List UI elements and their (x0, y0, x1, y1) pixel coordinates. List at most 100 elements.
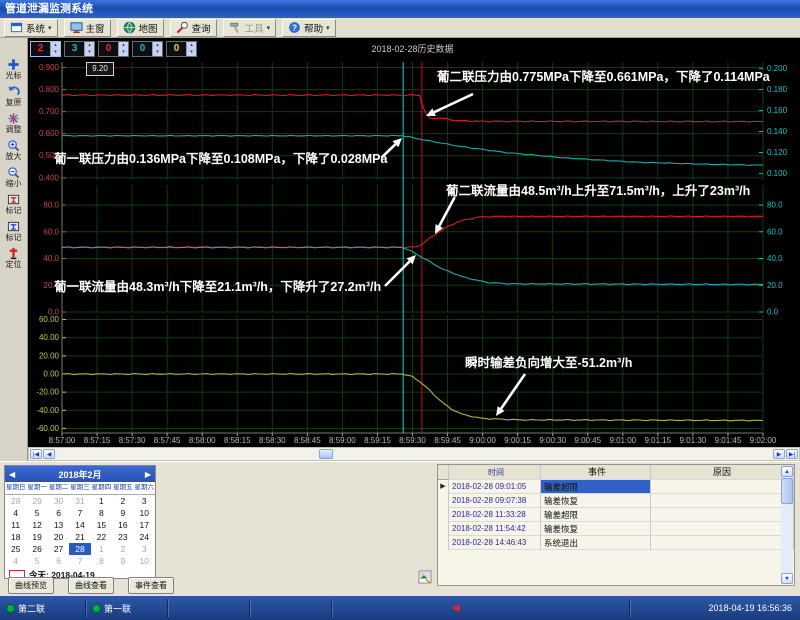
left-axis-label: 80.0 (43, 201, 59, 210)
curve-view-button[interactable]: 曲线查看 (68, 577, 114, 594)
scrollbar-thumb[interactable] (319, 449, 333, 459)
left-axis-label: -20.00 (36, 388, 59, 397)
calendar-day[interactable]: 8 (91, 507, 112, 519)
tool-adjust-button[interactable]: 调整 (1, 112, 27, 135)
calendar-day[interactable]: 31 (69, 495, 90, 507)
right-axis-label: 20.0 (767, 281, 783, 290)
calendar-day[interactable]: 25 (5, 543, 26, 555)
time-scrollbar[interactable]: |◀ ◀ ▶ ▶| (28, 447, 800, 461)
trend-chart-area[interactable]: 0.9000.8000.7000.6000.5000.4000.2000.180… (28, 38, 800, 447)
calendar-day[interactable]: 16 (112, 519, 133, 531)
tool-cursor-button[interactable]: 光标 (1, 58, 27, 81)
calendar-day[interactable]: 3 (134, 495, 155, 507)
scroll-end-button[interactable]: ▶| (786, 449, 798, 459)
scroll-right-button[interactable]: ▶ (773, 449, 785, 459)
calendar-day[interactable]: 9 (112, 507, 133, 519)
table-scrollbar[interactable]: ▲ ▼ (781, 466, 793, 584)
event-view-button[interactable]: 事件查看 (128, 577, 174, 594)
event-row[interactable]: 2018-02-28 09:07:38输差恢复 (438, 494, 794, 508)
calendar-prev-icon[interactable]: ◀ (9, 470, 15, 479)
calendar-day[interactable]: 10 (134, 507, 155, 519)
calendar-day[interactable]: 6 (48, 555, 69, 567)
spinner-down-icon[interactable]: ▾ (51, 49, 60, 56)
event-row[interactable]: 2018-02-28 14:46:43系统退出 (438, 536, 794, 550)
row-marker (438, 536, 449, 550)
alarm-speaker-icon[interactable] (452, 602, 464, 614)
calendar-day[interactable]: 20 (48, 531, 69, 543)
calendar-day[interactable]: 12 (26, 519, 47, 531)
curve-count-spinner-1[interactable]: 2▴▾ (30, 41, 61, 57)
event-row[interactable]: 2018-02-28 11:33:28输差超限 (438, 508, 794, 522)
calendar-day[interactable]: 4 (5, 555, 26, 567)
x-axis-label: 9:00:45 (574, 436, 601, 445)
station-indicator-2[interactable]: 第一联 (92, 596, 131, 620)
menu-query-button[interactable]: 查询 (170, 19, 217, 37)
tool-locate-button[interactable]: 定位 (1, 247, 27, 270)
menu-tools-button[interactable]: 工具▾ (223, 19, 277, 37)
calendar-day[interactable]: 9 (112, 555, 133, 567)
menu-main-window-button[interactable]: 主窗 (64, 19, 111, 37)
tool-zoom-in-button[interactable]: 放大 (1, 139, 27, 162)
calendar-day[interactable]: 22 (91, 531, 112, 543)
calendar-day[interactable]: 10 (134, 555, 155, 567)
table-scrollbar-thumb[interactable] (781, 478, 793, 504)
menu-map-button[interactable]: 地图 (117, 19, 164, 37)
trend-chart-svg[interactable]: 0.9000.8000.7000.6000.5000.4000.2000.180… (28, 38, 800, 447)
calendar-day[interactable]: 7 (69, 555, 90, 567)
calendar-day[interactable]: 1 (91, 543, 112, 555)
mark-red-icon (7, 193, 20, 206)
station-indicator-1[interactable]: 第二联 (6, 596, 45, 620)
calendar-day[interactable]: 26 (26, 543, 47, 555)
calendar-day[interactable]: 21 (69, 531, 90, 543)
calendar-day-selected[interactable]: 28 (69, 543, 90, 555)
cursor-value-tooltip: 9.20 (86, 62, 114, 76)
tool-mark-blue-button[interactable]: 标记 (1, 220, 27, 243)
calendar-day[interactable]: 23 (112, 531, 133, 543)
tool-zoom-out-button[interactable]: 缩小 (1, 166, 27, 189)
image-export-icon[interactable] (418, 570, 432, 584)
calendar-next-icon[interactable]: ▶ (145, 470, 151, 479)
scroll-left-button[interactable]: ◀ (43, 449, 55, 459)
column-header[interactable]: 事件 (541, 465, 651, 480)
calendar-day[interactable]: 24 (134, 531, 155, 543)
calendar-day[interactable]: 29 (26, 495, 47, 507)
calendar-day[interactable]: 18 (5, 531, 26, 543)
calendar-day[interactable]: 14 (69, 519, 90, 531)
calendar-day[interactable]: 15 (91, 519, 112, 531)
calendar-day[interactable]: 27 (48, 543, 69, 555)
calendar-day[interactable]: 28 (5, 495, 26, 507)
event-row[interactable]: ▶2018-02-28 09:01:05输差超限 (438, 480, 794, 494)
calendar-day[interactable]: 2 (112, 495, 133, 507)
tool-mark-red-button[interactable]: 标记 (1, 193, 27, 216)
x-axis-label: 9:00:00 (469, 436, 496, 445)
calendar-day[interactable]: 6 (48, 507, 69, 519)
calendar-day[interactable]: 5 (26, 555, 47, 567)
calendar-day[interactable]: 3 (134, 543, 155, 555)
table-scroll-down-icon[interactable]: ▼ (781, 573, 793, 584)
calendar-day[interactable]: 5 (26, 507, 47, 519)
calendar-day[interactable]: 19 (26, 531, 47, 543)
column-header[interactable]: 原因 (651, 465, 794, 480)
menu-label: 地图 (139, 21, 158, 35)
window-title-bar[interactable]: 管道泄漏监测系统 (0, 0, 800, 18)
right-axis-label: 40.0 (767, 254, 783, 263)
tool-restore-button[interactable]: 复原 (1, 85, 27, 108)
menu-system-button[interactable]: 系统▾ (4, 19, 58, 37)
left-axis-label: 60.00 (39, 315, 60, 324)
calendar-day[interactable]: 1 (91, 495, 112, 507)
menu-help-button[interactable]: ?帮助▾ (282, 19, 336, 37)
calendar-day[interactable]: 11 (5, 519, 26, 531)
curve-preview-button[interactable]: 曲线预览 (8, 577, 54, 594)
x-axis-label: 8:59:15 (364, 436, 391, 445)
calendar-day[interactable]: 30 (48, 495, 69, 507)
calendar-day[interactable]: 13 (48, 519, 69, 531)
calendar-day[interactable]: 4 (5, 507, 26, 519)
table-scroll-up-icon[interactable]: ▲ (781, 466, 793, 477)
calendar-day[interactable]: 2 (112, 543, 133, 555)
event-row[interactable]: 2018-02-28 11:54:42输差恢复 (438, 522, 794, 536)
calendar-day[interactable]: 17 (134, 519, 155, 531)
calendar-day[interactable]: 7 (69, 507, 90, 519)
column-header[interactable]: 时间 (449, 465, 541, 480)
calendar-day[interactable]: 8 (91, 555, 112, 567)
scroll-home-button[interactable]: |◀ (30, 449, 42, 459)
